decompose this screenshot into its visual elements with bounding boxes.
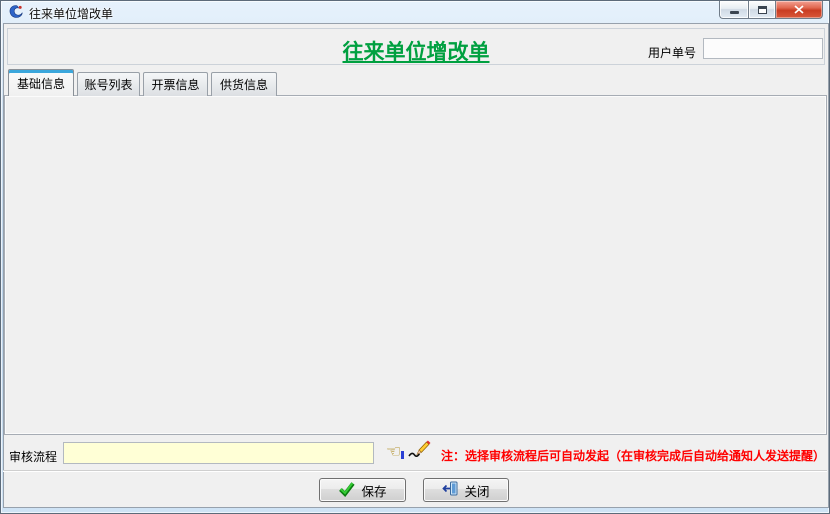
- tab-invoice-info[interactable]: 开票信息: [143, 72, 208, 96]
- divider: [3, 470, 827, 472]
- audit-flow-input[interactable]: [63, 442, 374, 464]
- user-doc-no-input[interactable]: [703, 38, 823, 59]
- app-icon: [8, 4, 24, 20]
- tab-basic-info[interactable]: 基础信息: [8, 69, 74, 96]
- audit-flow-label: 审核流程: [9, 448, 57, 465]
- minimize-icon: [730, 11, 739, 14]
- lookup-hand-icon[interactable]: ☜: [386, 444, 401, 460]
- minimize-button[interactable]: [719, 1, 748, 19]
- tab-page-basic-info: [4, 95, 827, 435]
- title-bar[interactable]: 往来单位增改单: [1, 1, 829, 23]
- save-check-icon: [338, 481, 355, 500]
- close-icon: [794, 5, 804, 14]
- exit-door-icon: [442, 481, 458, 499]
- window: 往来单位增改单 往来单位增改单 用户单号 基础信息 账号列表 开票信息 供货信息…: [0, 0, 830, 514]
- maximize-button[interactable]: [748, 1, 776, 19]
- close-form-button[interactable]: 关闭: [423, 478, 509, 502]
- save-button[interactable]: 保存: [319, 478, 406, 502]
- audit-note: 注：选择审核流程后可自动发起（在审核完成后自动给通知人发送提醒）: [441, 447, 825, 464]
- form-title: 往来单位增改单: [331, 36, 501, 66]
- window-title: 往来单位增改单: [29, 5, 113, 22]
- user-doc-no-label: 用户单号: [648, 44, 696, 61]
- signature-pen-icon[interactable]: [407, 439, 431, 464]
- tab-account-list[interactable]: 账号列表: [77, 72, 140, 96]
- close-button[interactable]: [776, 1, 823, 19]
- tab-supply-info[interactable]: 供货信息: [211, 72, 277, 96]
- maximize-icon: [758, 6, 767, 14]
